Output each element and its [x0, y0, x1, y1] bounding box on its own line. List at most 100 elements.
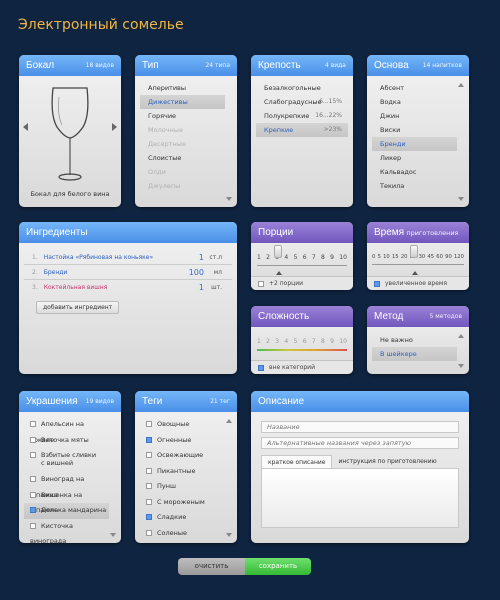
tag-item[interactable]: Огненные: [140, 433, 225, 449]
portions-slider[interactable]: 12345678910: [257, 245, 347, 275]
strength-item[interactable]: Слабоградусные 6...15%: [256, 95, 348, 109]
tab-instructions[interactable]: инструкция по приготовлению: [332, 455, 442, 469]
save-button[interactable]: сохранить: [245, 558, 311, 575]
scroll-down-icon[interactable]: [458, 197, 464, 201]
clear-button[interactable]: очистить: [178, 558, 245, 575]
decoration-item[interactable]: Долька мандарина: [24, 503, 109, 519]
tag-checkbox[interactable]: [146, 498, 152, 505]
tag-checkbox[interactable]: [146, 436, 152, 443]
decoration-checkbox[interactable]: [30, 421, 36, 427]
decoration-checkbox[interactable]: [30, 491, 36, 498]
tick-label: 0: [372, 254, 376, 260]
time-ticks: 051015202530456090120: [372, 254, 464, 260]
type-item[interactable]: Слоистые: [140, 151, 225, 165]
decoration-item[interactable]: Веточка мяты: [24, 433, 109, 449]
base-item[interactable]: Ликер: [372, 151, 457, 165]
decoration-item[interactable]: Кисточка винограда: [24, 519, 109, 543]
ingredient-row[interactable]: 3. Коктейльная вишня 1 шт.: [24, 280, 232, 295]
tag-item[interactable]: Сладкие: [140, 510, 225, 526]
next-arrow-icon[interactable]: [112, 123, 117, 131]
tag-checkbox[interactable]: [146, 529, 152, 536]
time-checkbox[interactable]: [374, 280, 380, 287]
time-panel-heading: Время приготовления: [374, 227, 458, 238]
description-textarea[interactable]: [261, 468, 459, 528]
tag-item[interactable]: Пикантные: [140, 464, 225, 480]
strength-item[interactable]: Полукрепкие 16...22%: [256, 109, 348, 123]
type-item[interactable]: Десертные: [140, 137, 225, 151]
tag-item[interactable]: Овощные: [140, 417, 225, 433]
complexity-scale[interactable]: 1 2 3 4 5 6 7 8 9 10: [257, 331, 347, 359]
type-item[interactable]: Горячие: [140, 109, 225, 123]
tag-checkbox[interactable]: [146, 467, 152, 474]
base-item[interactable]: Абсент: [372, 81, 457, 95]
method-item[interactable]: В шейкере: [372, 347, 457, 361]
scroll-down-icon[interactable]: [226, 197, 232, 201]
scroll-down-icon[interactable]: [226, 533, 232, 537]
decoration-checkbox[interactable]: [30, 476, 36, 482]
decoration-item[interactable]: Виноград на шпажке: [24, 472, 109, 499]
time-panel-title: Время: [374, 227, 405, 238]
tick-label: 45: [427, 254, 435, 260]
base-item[interactable]: Текила: [372, 179, 457, 193]
complexity-footer-label: вне категорий: [269, 364, 315, 371]
method-item[interactable]: Не важно: [372, 333, 457, 347]
type-item[interactable]: Джулепы: [140, 179, 225, 193]
base-item[interactable]: Кальвадос: [372, 165, 457, 179]
strength-item[interactable]: Безалкогольные: [256, 81, 348, 95]
tag-checkbox[interactable]: [146, 421, 152, 427]
ingredient-name[interactable]: Бренди: [44, 269, 68, 276]
base-item[interactable]: Бренди: [372, 137, 457, 151]
base-item[interactable]: Водка: [372, 95, 457, 109]
decoration-item[interactable]: Апельсин на бокале: [24, 417, 109, 444]
tag-checkbox[interactable]: [146, 514, 152, 520]
decoration-checkbox[interactable]: [30, 452, 36, 458]
complexity-checkbox[interactable]: [258, 364, 264, 371]
tag-item[interactable]: Пунш: [140, 479, 225, 495]
decoration-label: Долька мандарина: [41, 506, 107, 514]
time-slider-handle[interactable]: [410, 245, 418, 258]
portions-slider-handle[interactable]: [274, 245, 282, 258]
ingredient-qty[interactable]: 1: [199, 280, 204, 295]
strength-item[interactable]: Крепкие >23%: [256, 123, 348, 137]
scroll-down-icon[interactable]: [458, 364, 464, 368]
type-item[interactable]: Дижестивы: [140, 95, 225, 109]
scroll-up-icon[interactable]: [458, 83, 464, 87]
portions-checkbox[interactable]: [258, 280, 264, 287]
base-item[interactable]: Виски: [372, 123, 457, 137]
time-footer[interactable]: увеличенное время: [367, 276, 469, 290]
ingredient-row[interactable]: 1. Настойка «Рябиновая на коньяке» 1 ст.л: [24, 250, 232, 265]
app-title: Электронный сомелье: [18, 17, 184, 33]
portions-footer[interactable]: +2 порции: [251, 276, 353, 290]
base-list: Абсент Водка Джин Виски Бренди Ликер Кал…: [372, 81, 457, 193]
decoration-checkbox[interactable]: [30, 507, 36, 513]
tag-checkbox[interactable]: [146, 452, 152, 458]
type-item[interactable]: Олди: [140, 165, 225, 179]
tag-label: С мороженым: [157, 497, 205, 506]
decoration-checkbox[interactable]: [30, 436, 36, 443]
tag-item[interactable]: Соленые: [140, 526, 225, 542]
decoration-checkbox[interactable]: [30, 522, 36, 529]
ingredient-name[interactable]: Настойка «Рябиновая на коньяке»: [44, 254, 153, 261]
name-input[interactable]: Название: [261, 421, 459, 433]
ingredient-qty[interactable]: 1: [199, 250, 204, 265]
ingredient-row[interactable]: 2. Бренди 100 мл: [24, 265, 232, 280]
scroll-up-icon[interactable]: [226, 419, 232, 423]
type-item[interactable]: Аперитивы: [140, 81, 225, 95]
scroll-up-icon[interactable]: [458, 334, 464, 338]
decoration-item[interactable]: Вишенка на шпажке: [24, 488, 109, 514]
alt-names-input[interactable]: Альтернативные названия через запятую: [261, 437, 459, 449]
tag-item[interactable]: Освежающие: [140, 448, 225, 464]
complexity-footer[interactable]: вне категорий: [251, 360, 353, 374]
tag-item[interactable]: С мороженым: [140, 495, 225, 511]
decoration-item[interactable]: Взбитые сливки с вишней: [24, 448, 109, 472]
add-ingredient-button[interactable]: добавить ингредиент: [36, 301, 120, 314]
time-slider[interactable]: 051015202530456090120: [372, 245, 464, 275]
scroll-down-icon[interactable]: [110, 533, 116, 537]
type-item[interactable]: Молочные: [140, 123, 225, 137]
tag-checkbox[interactable]: [146, 483, 152, 489]
tab-short-description[interactable]: краткое описание: [261, 455, 333, 469]
prev-arrow-icon[interactable]: [23, 123, 28, 131]
ingredient-qty[interactable]: 100: [189, 265, 204, 280]
ingredient-name[interactable]: Коктейльная вишня: [44, 284, 108, 291]
base-item[interactable]: Джин: [372, 109, 457, 123]
